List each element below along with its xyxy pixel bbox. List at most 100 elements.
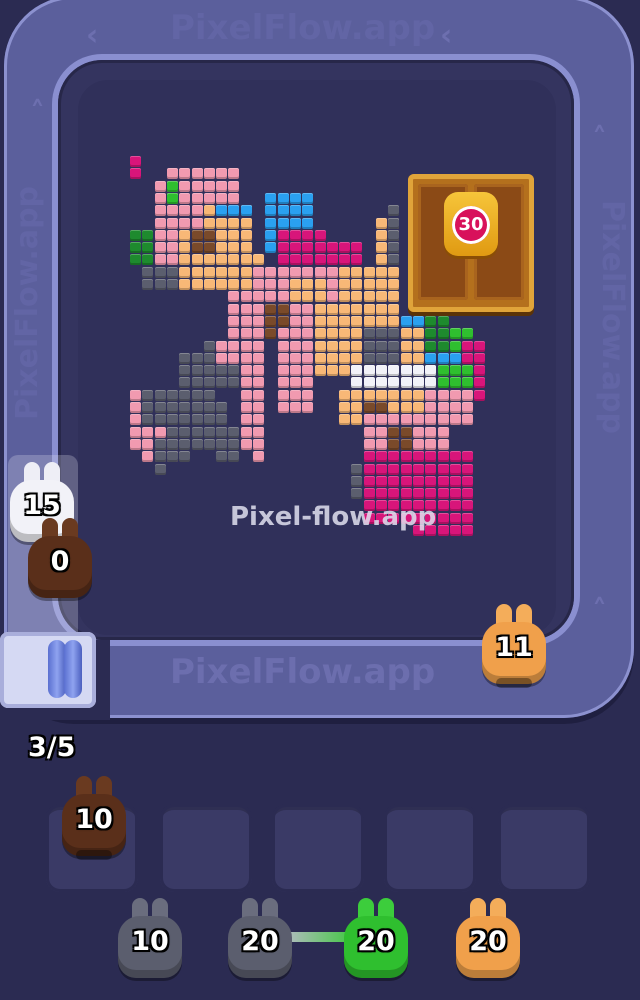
pixel-block (449, 389, 461, 401)
pixel-block (166, 266, 178, 278)
pixel-block (253, 352, 264, 364)
pixel-block (449, 328, 461, 340)
rabbit-orange[interactable]: 11 (482, 604, 546, 688)
pixel-block (240, 279, 252, 290)
pixel-block (166, 254, 178, 266)
lock-icon: 30 (444, 192, 498, 256)
pixel-block (203, 414, 215, 426)
pixel-block (462, 352, 474, 364)
pixel-block (351, 315, 363, 327)
pixel-block (203, 402, 215, 413)
pixel-block (437, 340, 449, 352)
conveyor-capacity: 3/5 (28, 732, 76, 763)
rabbit-count: 0 (50, 546, 70, 577)
pixel-block (363, 365, 375, 377)
queue-rabbit-gray[interactable]: 20 (228, 898, 292, 982)
pixel-block (339, 242, 351, 254)
pixel-block (351, 414, 363, 426)
rabbit-brown-tray[interactable]: 10 (62, 776, 126, 860)
pixel-block (240, 365, 252, 377)
pixel-block (449, 512, 461, 524)
queue-rabbit-orange[interactable]: 20 (456, 898, 520, 982)
watermark-top: PixelFlow.app (170, 8, 436, 48)
pixel-block (339, 402, 351, 413)
pixel-block (363, 352, 375, 364)
pixel-block (339, 414, 351, 426)
pixel-block (376, 451, 387, 463)
pixel-block (216, 426, 228, 438)
pixel-block (376, 266, 387, 278)
pixel-block (388, 475, 400, 487)
pixel-block (363, 340, 375, 352)
pixel-block (253, 402, 264, 413)
pixel-block (376, 488, 387, 500)
pixel-block (166, 389, 178, 401)
conveyor-slot-pill (64, 640, 82, 698)
pixel-block (376, 303, 387, 315)
pixel-block (203, 168, 215, 180)
pixel-block (179, 229, 191, 241)
pixel-block (277, 254, 289, 266)
pixel-block (351, 303, 363, 315)
pixel-block (351, 340, 363, 352)
pixel-block (253, 451, 264, 463)
pixel-block (154, 254, 166, 266)
pixel-block (277, 266, 289, 278)
pixel-block (449, 525, 461, 536)
pixel-block (363, 402, 375, 413)
pixel-block (314, 328, 326, 340)
pixel-block (277, 242, 289, 254)
pixel-block (228, 279, 240, 290)
pixel-block (228, 254, 240, 266)
pixel-block (240, 377, 252, 389)
pixel-block (216, 402, 228, 413)
rabbit-brown[interactable]: 0 (28, 518, 92, 602)
pixel-block (326, 266, 338, 278)
arrow-up-icon: ˄ (592, 122, 607, 157)
pixel-block (277, 229, 289, 241)
pixel-block (462, 475, 474, 487)
arrow-left-icon: ‹ (86, 18, 99, 53)
pixel-block (363, 438, 375, 450)
tray-slot[interactable] (272, 804, 364, 892)
pixel-block (400, 377, 412, 389)
pixel-block (437, 475, 449, 487)
pixel-block (339, 291, 351, 303)
pixel-block (166, 242, 178, 254)
pixel-block (277, 315, 289, 327)
queue-rabbit-green[interactable]: 20 (344, 898, 408, 982)
queue-rabbit-gray[interactable]: 10 (118, 898, 182, 982)
pixel-block (191, 279, 203, 290)
watermark-left: PixelFlow.app (10, 185, 45, 420)
pixel-block (326, 365, 338, 377)
pixel-block (289, 340, 301, 352)
pixel-block (228, 451, 240, 463)
tray-slot[interactable] (384, 804, 476, 892)
pixel-block (376, 254, 387, 266)
tray-slot[interactable] (498, 804, 590, 892)
pixel-block (203, 192, 215, 204)
pixel-block (216, 377, 228, 389)
pixel-block (228, 340, 240, 352)
pixel-block (388, 389, 400, 401)
pixel-block (277, 377, 289, 389)
pixel-block (240, 229, 252, 241)
pixel-block (339, 315, 351, 327)
pixel-block (425, 340, 437, 352)
pixel-block (130, 229, 141, 241)
pixel-block (425, 414, 437, 426)
pixel-block (179, 438, 191, 450)
pixel-block (191, 242, 203, 254)
pixel-block (289, 303, 301, 315)
pixel-block (191, 266, 203, 278)
pixel-block (265, 315, 277, 327)
pixel-block (376, 365, 387, 377)
pixel-block (203, 217, 215, 229)
tray-slot[interactable] (160, 804, 252, 892)
pixel-block (154, 192, 166, 204)
pixel-block (289, 242, 301, 254)
pixel-block (400, 488, 412, 500)
locked-chest[interactable]: 30 (408, 174, 534, 312)
pixel-block (179, 242, 191, 254)
pixel-block (265, 279, 277, 290)
